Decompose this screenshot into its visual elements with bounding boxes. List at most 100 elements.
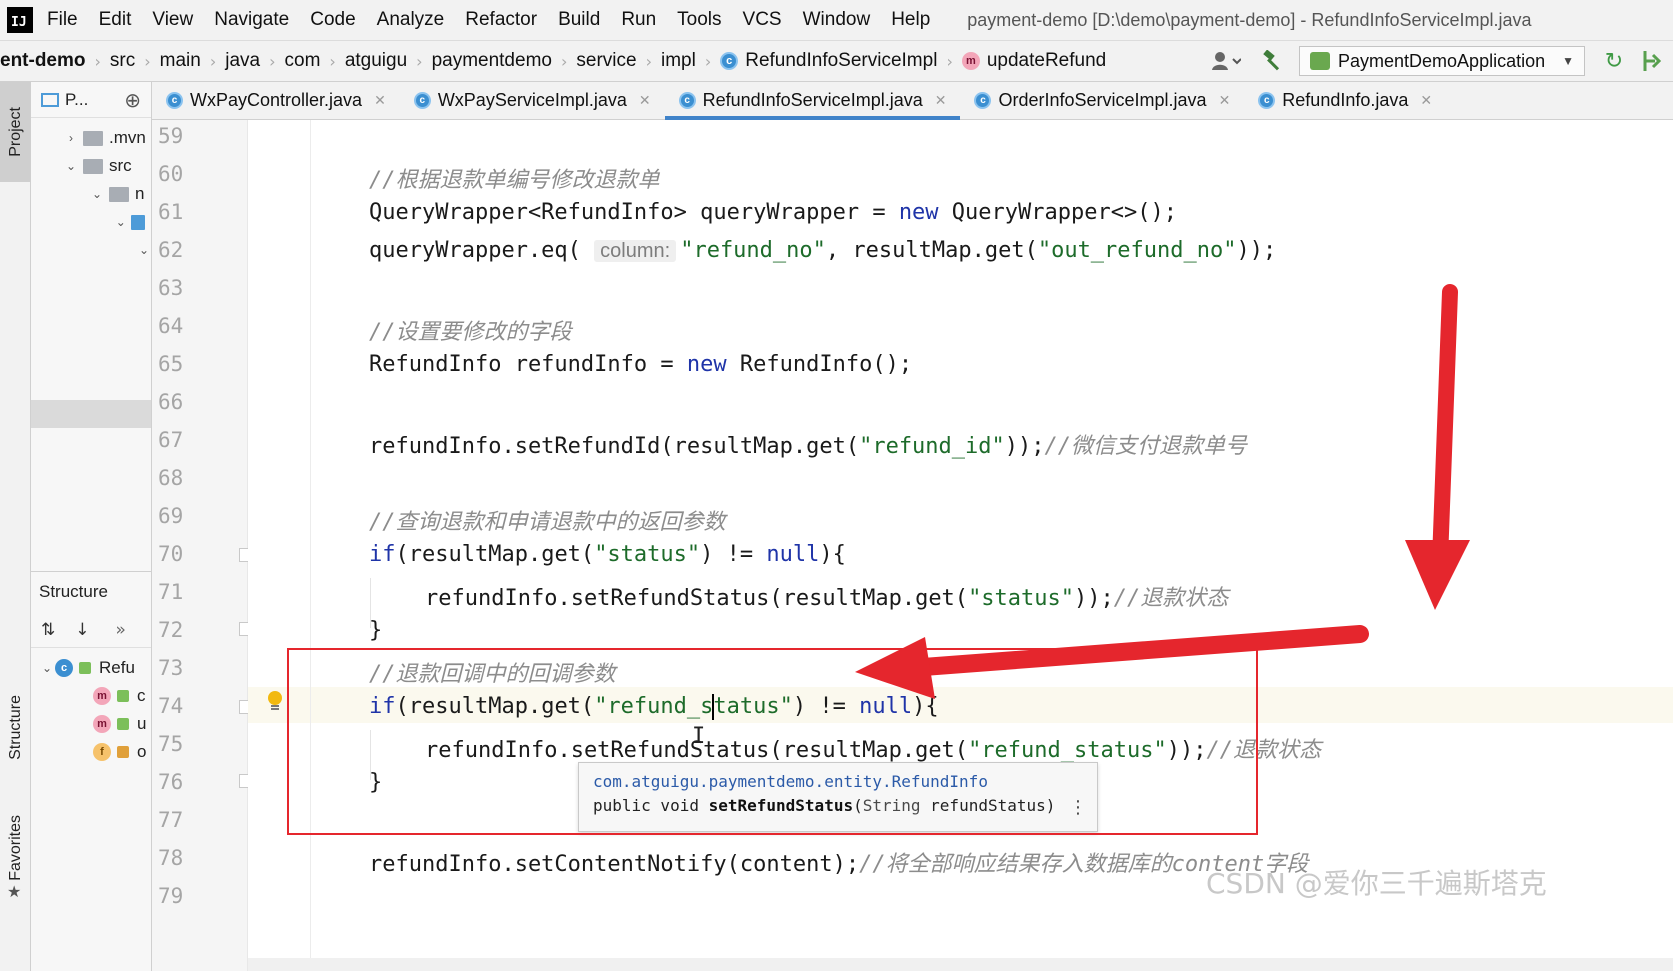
chevron-down-icon: ⌄ xyxy=(41,661,53,675)
menu-build[interactable]: Build xyxy=(558,9,600,31)
rerun-icon[interactable]: ↻ xyxy=(1599,47,1629,75)
breadcrumb-main[interactable]: main xyxy=(160,50,201,72)
breadcrumb-service[interactable]: service xyxy=(576,50,636,72)
menu-edit[interactable]: Edit xyxy=(99,9,132,31)
menu-window[interactable]: Window xyxy=(803,9,871,31)
code-text: } xyxy=(369,618,383,643)
breadcrumb-atguigu[interactable]: atguigu xyxy=(345,50,407,72)
menu-run[interactable]: Run xyxy=(621,9,656,31)
code-text: QueryWrapper<>(); xyxy=(938,200,1177,225)
build-project-icon[interactable] xyxy=(1633,47,1673,75)
horizontal-scrollbar[interactable] xyxy=(248,958,1673,971)
code-string: "status" xyxy=(594,542,701,567)
tab-wxpayserviceimpl[interactable]: c WxPayServiceImpl.java ✕ xyxy=(400,82,665,119)
more-options-icon[interactable]: » xyxy=(116,620,126,640)
code-text: )); xyxy=(1004,434,1045,459)
breadcrumb-class-label: RefundInfoServiceImpl xyxy=(745,50,938,71)
menu-tools[interactable]: Tools xyxy=(677,9,721,31)
menu-vcs[interactable]: VCS xyxy=(743,9,782,31)
tab-wxpaycontroller[interactable]: c WxPayController.java ✕ xyxy=(152,82,400,119)
structure-item-method[interactable]: m u xyxy=(31,710,151,738)
project-panel-title[interactable]: P... xyxy=(65,90,88,110)
tab-refundinfoserviceimpl[interactable]: c RefundInfoServiceImpl.java ✕ xyxy=(664,82,961,120)
editor-gutter[interactable]: 59 60 61 62 63 64 65 66 67 68 69 70 71 7… xyxy=(152,120,248,971)
close-icon[interactable]: ✕ xyxy=(1420,92,1432,109)
line-number: 78 xyxy=(158,846,184,870)
sort-alphabetically-icon[interactable]: ↓ xyxy=(75,620,89,640)
line-number: 71 xyxy=(158,580,184,604)
tab-label: WxPayServiceImpl.java xyxy=(437,90,627,110)
line-number: 75 xyxy=(158,732,184,756)
chevron-right-icon: › xyxy=(416,51,423,71)
code-keyword: new xyxy=(898,200,939,225)
close-icon[interactable]: ✕ xyxy=(935,92,947,109)
run-configuration-select[interactable]: PaymentDemoApplication ▼ xyxy=(1299,46,1585,76)
menu-bar: IJ File Edit View Navigate Code Analyze … xyxy=(0,0,1673,40)
menu-view[interactable]: View xyxy=(152,9,193,31)
code-text: ) != xyxy=(700,542,767,567)
menu-file[interactable]: File xyxy=(47,9,78,31)
locate-file-icon[interactable]: ⊕ xyxy=(124,88,141,112)
line-number: 60 xyxy=(158,162,184,186)
tree-item-package[interactable]: ⌄ xyxy=(31,236,151,264)
lightbulb-icon[interactable] xyxy=(266,690,284,712)
class-icon: c xyxy=(413,92,431,109)
code-string: "refund_s xyxy=(594,694,714,719)
tool-tab-structure[interactable]: Structure xyxy=(0,672,31,782)
structure-item-method[interactable]: m c xyxy=(31,682,151,710)
sort-by-visibility-icon[interactable]: ⇅ xyxy=(41,620,55,640)
hammer-build-icon[interactable] xyxy=(1259,47,1287,75)
tree-item-src[interactable]: ⌄ src xyxy=(31,152,151,180)
menu-navigate[interactable]: Navigate xyxy=(214,9,289,31)
code-line-62: queryWrapper.eq( column: "refund_no", res… xyxy=(369,238,1276,263)
tree-item-main[interactable]: ⌄ n xyxy=(31,180,151,208)
tree-item-mvn[interactable]: › .mvn xyxy=(31,124,151,152)
watermark: CSDN @爱你三千遍斯塔克 xyxy=(1206,867,1547,900)
structure-item-field[interactable]: f o xyxy=(31,738,151,766)
code-text: RefundInfo refundInfo = xyxy=(369,352,687,377)
breadcrumb-method[interactable]: m updateRefund xyxy=(961,50,1106,72)
tab-label: WxPayController.java xyxy=(190,90,363,110)
doc-text: public void xyxy=(593,796,709,815)
breadcrumb-src[interactable]: src xyxy=(110,50,135,72)
code-string: "out_refund_no" xyxy=(1037,238,1237,263)
code-editor[interactable]: //根据退款单编号修改退款单 QueryWrapper<RefundInfo> … xyxy=(248,120,1673,971)
breadcrumb-com[interactable]: com xyxy=(285,50,321,72)
code-line-75: refundInfo.setRefundStatus(resultMap.get… xyxy=(425,732,1321,764)
more-vertical-icon[interactable]: ⋮ xyxy=(1069,797,1087,818)
menu-help[interactable]: Help xyxy=(891,9,930,31)
breadcrumb-project[interactable]: ent-demo xyxy=(0,50,86,72)
user-account-icon[interactable] xyxy=(1209,48,1243,74)
breadcrumb-class[interactable]: c RefundInfoServiceImpl xyxy=(720,50,937,72)
code-comment: //退款回调中的回调参数 xyxy=(369,662,616,687)
class-icon: c xyxy=(720,52,739,70)
close-icon[interactable]: ✕ xyxy=(639,92,651,109)
line-number: 66 xyxy=(158,390,184,414)
structure-item-label: o xyxy=(137,742,147,761)
menu-code[interactable]: Code xyxy=(310,9,355,31)
doc-type: String xyxy=(862,796,921,815)
menu-refactor[interactable]: Refactor xyxy=(465,9,537,31)
breadcrumb-java[interactable]: java xyxy=(225,50,260,72)
code-text: } xyxy=(369,770,383,795)
line-number: 64 xyxy=(158,314,184,338)
tool-tab-project[interactable]: Project xyxy=(0,82,31,182)
tab-refundinfo[interactable]: c RefundInfo.java ✕ xyxy=(1244,82,1446,119)
toolbar-right: PaymentDemoApplication ▼ ↻ xyxy=(1209,41,1673,81)
close-icon[interactable]: ✕ xyxy=(1219,92,1231,109)
chevron-right-icon: › xyxy=(946,51,953,71)
intellij-logo-icon[interactable]: IJ xyxy=(7,7,33,33)
menu-analyze[interactable]: Analyze xyxy=(377,9,445,31)
tree-item-java[interactable]: ⌄ xyxy=(31,208,151,236)
code-text: ){ xyxy=(912,694,939,719)
tree-item-label: n xyxy=(135,184,145,203)
parameter-hint: column: xyxy=(594,240,677,262)
code-text: )); xyxy=(1074,586,1114,611)
quick-documentation-popup[interactable]: com.atguigu.paymentdemo.entity.RefundInf… xyxy=(578,762,1098,832)
structure-item-class[interactable]: ⌄ c Refu xyxy=(31,654,151,682)
breadcrumb-impl[interactable]: impl xyxy=(661,50,696,72)
breadcrumb-paymentdemo[interactable]: paymentdemo xyxy=(432,50,552,72)
close-icon[interactable]: ✕ xyxy=(374,92,386,109)
tab-orderinfoserviceimpl[interactable]: c OrderInfoServiceImpl.java ✕ xyxy=(960,82,1244,119)
navigation-bar: ent-demo › src › main › java › com › atg… xyxy=(0,40,1673,82)
